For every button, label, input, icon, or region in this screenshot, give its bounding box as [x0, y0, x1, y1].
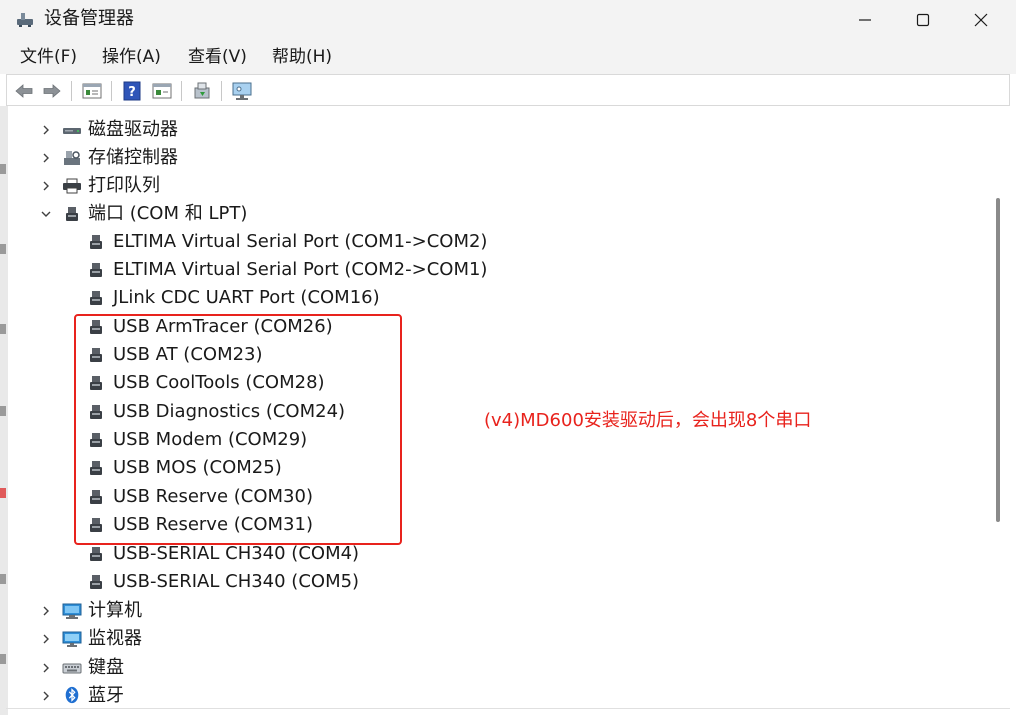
monitor-scan-icon[interactable] — [231, 80, 253, 102]
tree-category-monitors[interactable]: 监视器 — [6, 626, 406, 652]
tree-port-label: JLink CDC UART Port (COM16) — [113, 287, 380, 308]
chevron-right-icon[interactable] — [40, 662, 52, 674]
chevron-right-icon[interactable] — [40, 690, 52, 702]
tree-port-label: ELTIMA Virtual Serial Port (COM2->COM1) — [113, 259, 488, 280]
port-icon — [66, 207, 78, 221]
chevron-right-icon[interactable] — [40, 633, 52, 645]
chevron-right-icon[interactable] — [40, 124, 52, 136]
disk-drive-icon — [63, 128, 81, 134]
chevron-down-icon[interactable] — [40, 208, 52, 220]
annotation-text: (v4)MD600安装驱动后，会出现8个串口 — [484, 410, 812, 431]
tree-port-item[interactable]: ELTIMA Virtual Serial Port (COM1->COM2) — [6, 229, 546, 255]
device-manager-window: 设备管理器 文件(F) 操作(A) 查看(V) 帮助(H) ? 磁盘驱动器 存储… — [0, 0, 1016, 715]
storage-controller-icon — [64, 151, 80, 165]
tree-category-print-queues[interactable]: 打印队列 — [6, 173, 406, 199]
tree-category-label: 键盘 — [88, 657, 124, 678]
maximize-button[interactable] — [894, 0, 952, 40]
menu-action[interactable]: 操作(A) — [102, 46, 161, 68]
tree-category-keyboards[interactable]: 键盘 — [6, 655, 406, 681]
printer-icon — [63, 178, 81, 194]
toolbar-separator — [181, 81, 182, 101]
menu-view[interactable]: 查看(V) — [188, 46, 247, 68]
tree-category-label: 端口 (COM 和 LPT) — [88, 203, 248, 224]
minimize-button[interactable] — [836, 0, 894, 40]
help-icon[interactable]: ? — [121, 80, 143, 102]
view-icon[interactable] — [151, 80, 173, 102]
maximize-icon — [916, 13, 930, 27]
port-icon — [90, 575, 102, 589]
port-icon — [90, 263, 102, 277]
tree-category-disk-drives[interactable]: 磁盘驱动器 — [6, 117, 406, 143]
tree-category-label: 打印队列 — [88, 175, 160, 196]
scrollbar-thumb[interactable] — [996, 198, 1000, 522]
tree-category-storage-controllers[interactable]: 存储控制器 — [6, 145, 406, 171]
tree-port-label: USB-SERIAL CH340 (COM4) — [113, 543, 360, 564]
tree-category-label: 蓝牙 — [88, 685, 124, 706]
tree-port-label: USB-SERIAL CH340 (COM5) — [113, 571, 360, 592]
back-arrow-icon[interactable] — [13, 80, 35, 102]
tree-category-ports[interactable]: 端口 (COM 和 LPT) — [6, 201, 406, 227]
tree-port-label: ELTIMA Virtual Serial Port (COM1->COM2) — [113, 231, 488, 252]
tree-category-bluetooth[interactable]: 蓝牙 — [6, 683, 406, 709]
device-manager-app-icon — [17, 13, 33, 27]
chevron-right-icon[interactable] — [40, 180, 52, 192]
close-button[interactable] — [952, 0, 1010, 40]
svg-text:?: ? — [128, 85, 136, 100]
highlight-box — [74, 314, 402, 545]
tree-port-item[interactable]: ELTIMA Virtual Serial Port (COM2->COM1) — [6, 257, 546, 283]
tree-category-label: 磁盘驱动器 — [88, 119, 178, 140]
bluetooth-icon — [65, 686, 79, 704]
update-driver-icon[interactable] — [191, 80, 213, 102]
computer-icon — [62, 603, 82, 619]
toolbar: ? — [6, 74, 1010, 106]
tree-category-label: 监视器 — [88, 628, 142, 649]
toolbar-separator — [111, 81, 112, 101]
chevron-right-icon[interactable] — [40, 605, 52, 617]
tree-category-label: 存储控制器 — [88, 147, 178, 168]
toolbar-separator — [71, 81, 72, 101]
menu-bar: 文件(F) 操作(A) 查看(V) 帮助(H) — [0, 40, 1016, 74]
tree-category-label: 计算机 — [88, 600, 142, 621]
port-icon — [90, 235, 102, 249]
properties-icon[interactable] — [81, 80, 103, 102]
port-icon — [90, 291, 102, 305]
window-title: 设备管理器 — [44, 8, 134, 29]
close-icon — [974, 13, 988, 27]
tree-port-item[interactable]: USB-SERIAL CH340 (COM5) — [6, 569, 546, 595]
port-icon — [90, 547, 102, 561]
forward-arrow-icon[interactable] — [41, 80, 63, 102]
monitor-icon — [62, 631, 82, 647]
tree-category-computer[interactable]: 计算机 — [6, 598, 406, 624]
title-bar[interactable]: 设备管理器 — [0, 0, 1016, 40]
tree-port-item[interactable]: JLink CDC UART Port (COM16) — [6, 285, 546, 311]
menu-help[interactable]: 帮助(H) — [272, 46, 332, 68]
minimize-icon — [859, 19, 871, 21]
keyboard-icon — [62, 663, 82, 674]
bottom-divider — [6, 708, 1010, 709]
chevron-right-icon[interactable] — [40, 152, 52, 164]
menu-file[interactable]: 文件(F) — [20, 46, 77, 68]
toolbar-separator — [221, 81, 222, 101]
